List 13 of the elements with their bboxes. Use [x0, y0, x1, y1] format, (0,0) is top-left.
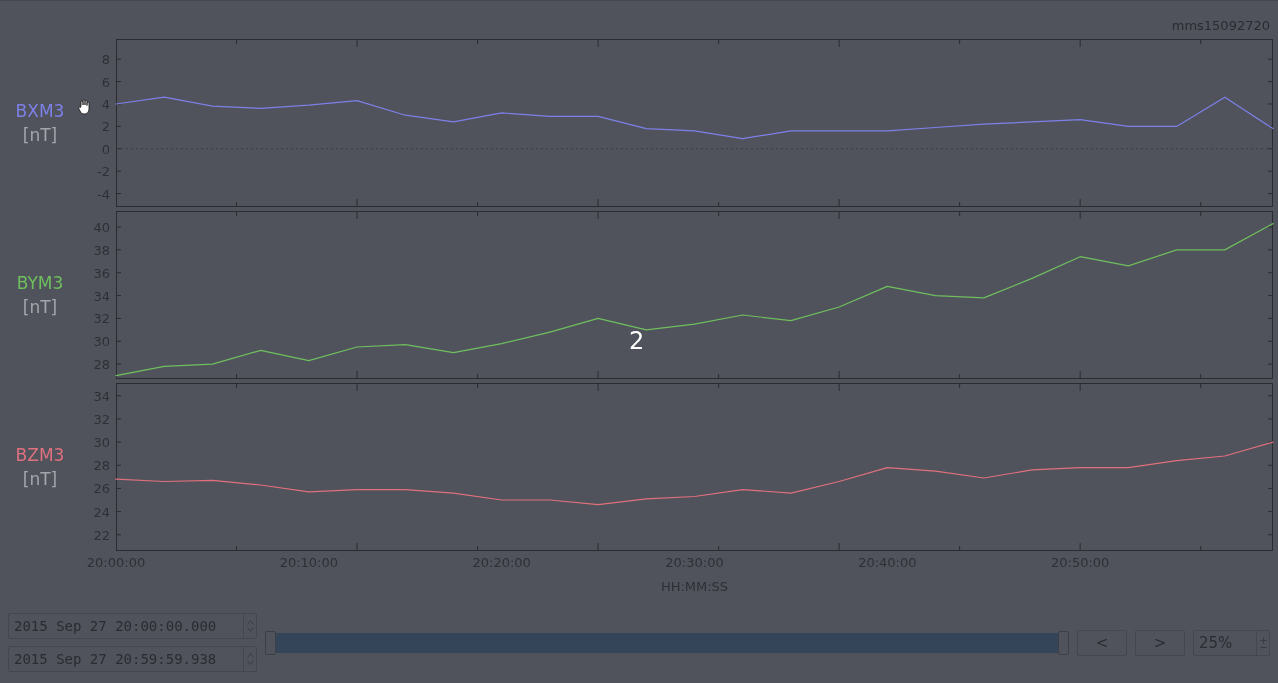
next-button[interactable]: > [1135, 629, 1185, 656]
slider-handle[interactable] [265, 630, 276, 655]
slider-handle[interactable] [1058, 630, 1069, 655]
channel-name: BXM3 [15, 101, 65, 121]
channel-name: BZM3 [15, 445, 65, 465]
unit-label: [nT] [22, 297, 58, 317]
unit-label: [nT] [22, 469, 58, 489]
channel-name: BYM3 [16, 273, 64, 293]
unit-label: [nT] [22, 125, 58, 145]
step-number: 2 [629, 327, 645, 355]
hand-cursor-icon [78, 99, 92, 115]
plus-icon[interactable] [1259, 636, 1267, 644]
previous-button[interactable]: < [1077, 629, 1127, 656]
